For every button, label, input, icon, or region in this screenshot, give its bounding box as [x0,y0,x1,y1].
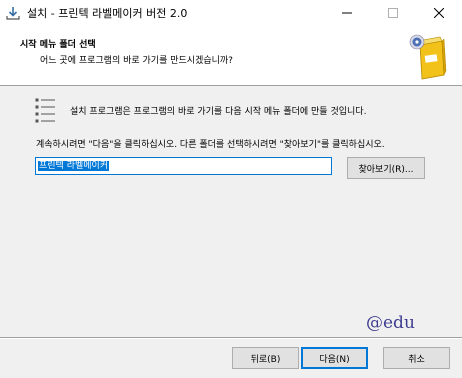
close-button[interactable] [416,0,462,28]
installer-download-icon [6,6,20,20]
minimize-icon [342,8,352,21]
page-title: 시작 메뉴 폴더 선택 [20,40,96,50]
instruction-text: 계속하시려면 "다음"을 클릭하십시오. 다른 폴더를 선택하시려면 "찾아보기… [36,140,385,150]
cancel-button[interactable]: 취소 [383,347,450,369]
window-title: 설치 - 프린텍 라벨메이커 버전 2.0 [27,7,188,20]
title-bar[interactable]: 설치 - 프린텍 라벨메이커 버전 2.0 [0,0,462,28]
close-icon [433,7,445,21]
footer-divider [0,337,462,339]
watermark-text: @edu [366,313,415,333]
page-subtitle: 어느 곳에 프로그램의 바로 가기를 만드시겠습니까? [40,56,233,66]
folder-input-value: 프린텍 라벨메이커 [38,161,110,171]
maximize-icon [388,7,398,21]
installer-window: 설치 - 프린텍 라벨메이커 버전 2.0 시작 메뉴 폴더 선택 어느 곳에 … [0,0,462,378]
back-button[interactable]: 뒤로(B) [232,347,299,369]
minimize-button[interactable] [324,0,370,28]
browse-button[interactable]: 찾아보기(R)... [347,157,425,179]
folder-description: 설치 프로그램은 프로그램의 바로 가기를 다음 시작 메뉴 폴더에 만들 것입… [70,107,367,117]
next-button[interactable]: 다음(N) [301,347,368,369]
start-menu-list-icon [35,97,57,127]
setup-box-cd-icon [408,31,448,81]
start-menu-folder-input[interactable]: 프린텍 라벨메이커 [35,157,332,175]
maximize-button[interactable] [370,0,416,28]
wizard-header: 시작 메뉴 폴더 선택 어느 곳에 프로그램의 바로 가기를 만드시겠습니까? [0,28,462,86]
